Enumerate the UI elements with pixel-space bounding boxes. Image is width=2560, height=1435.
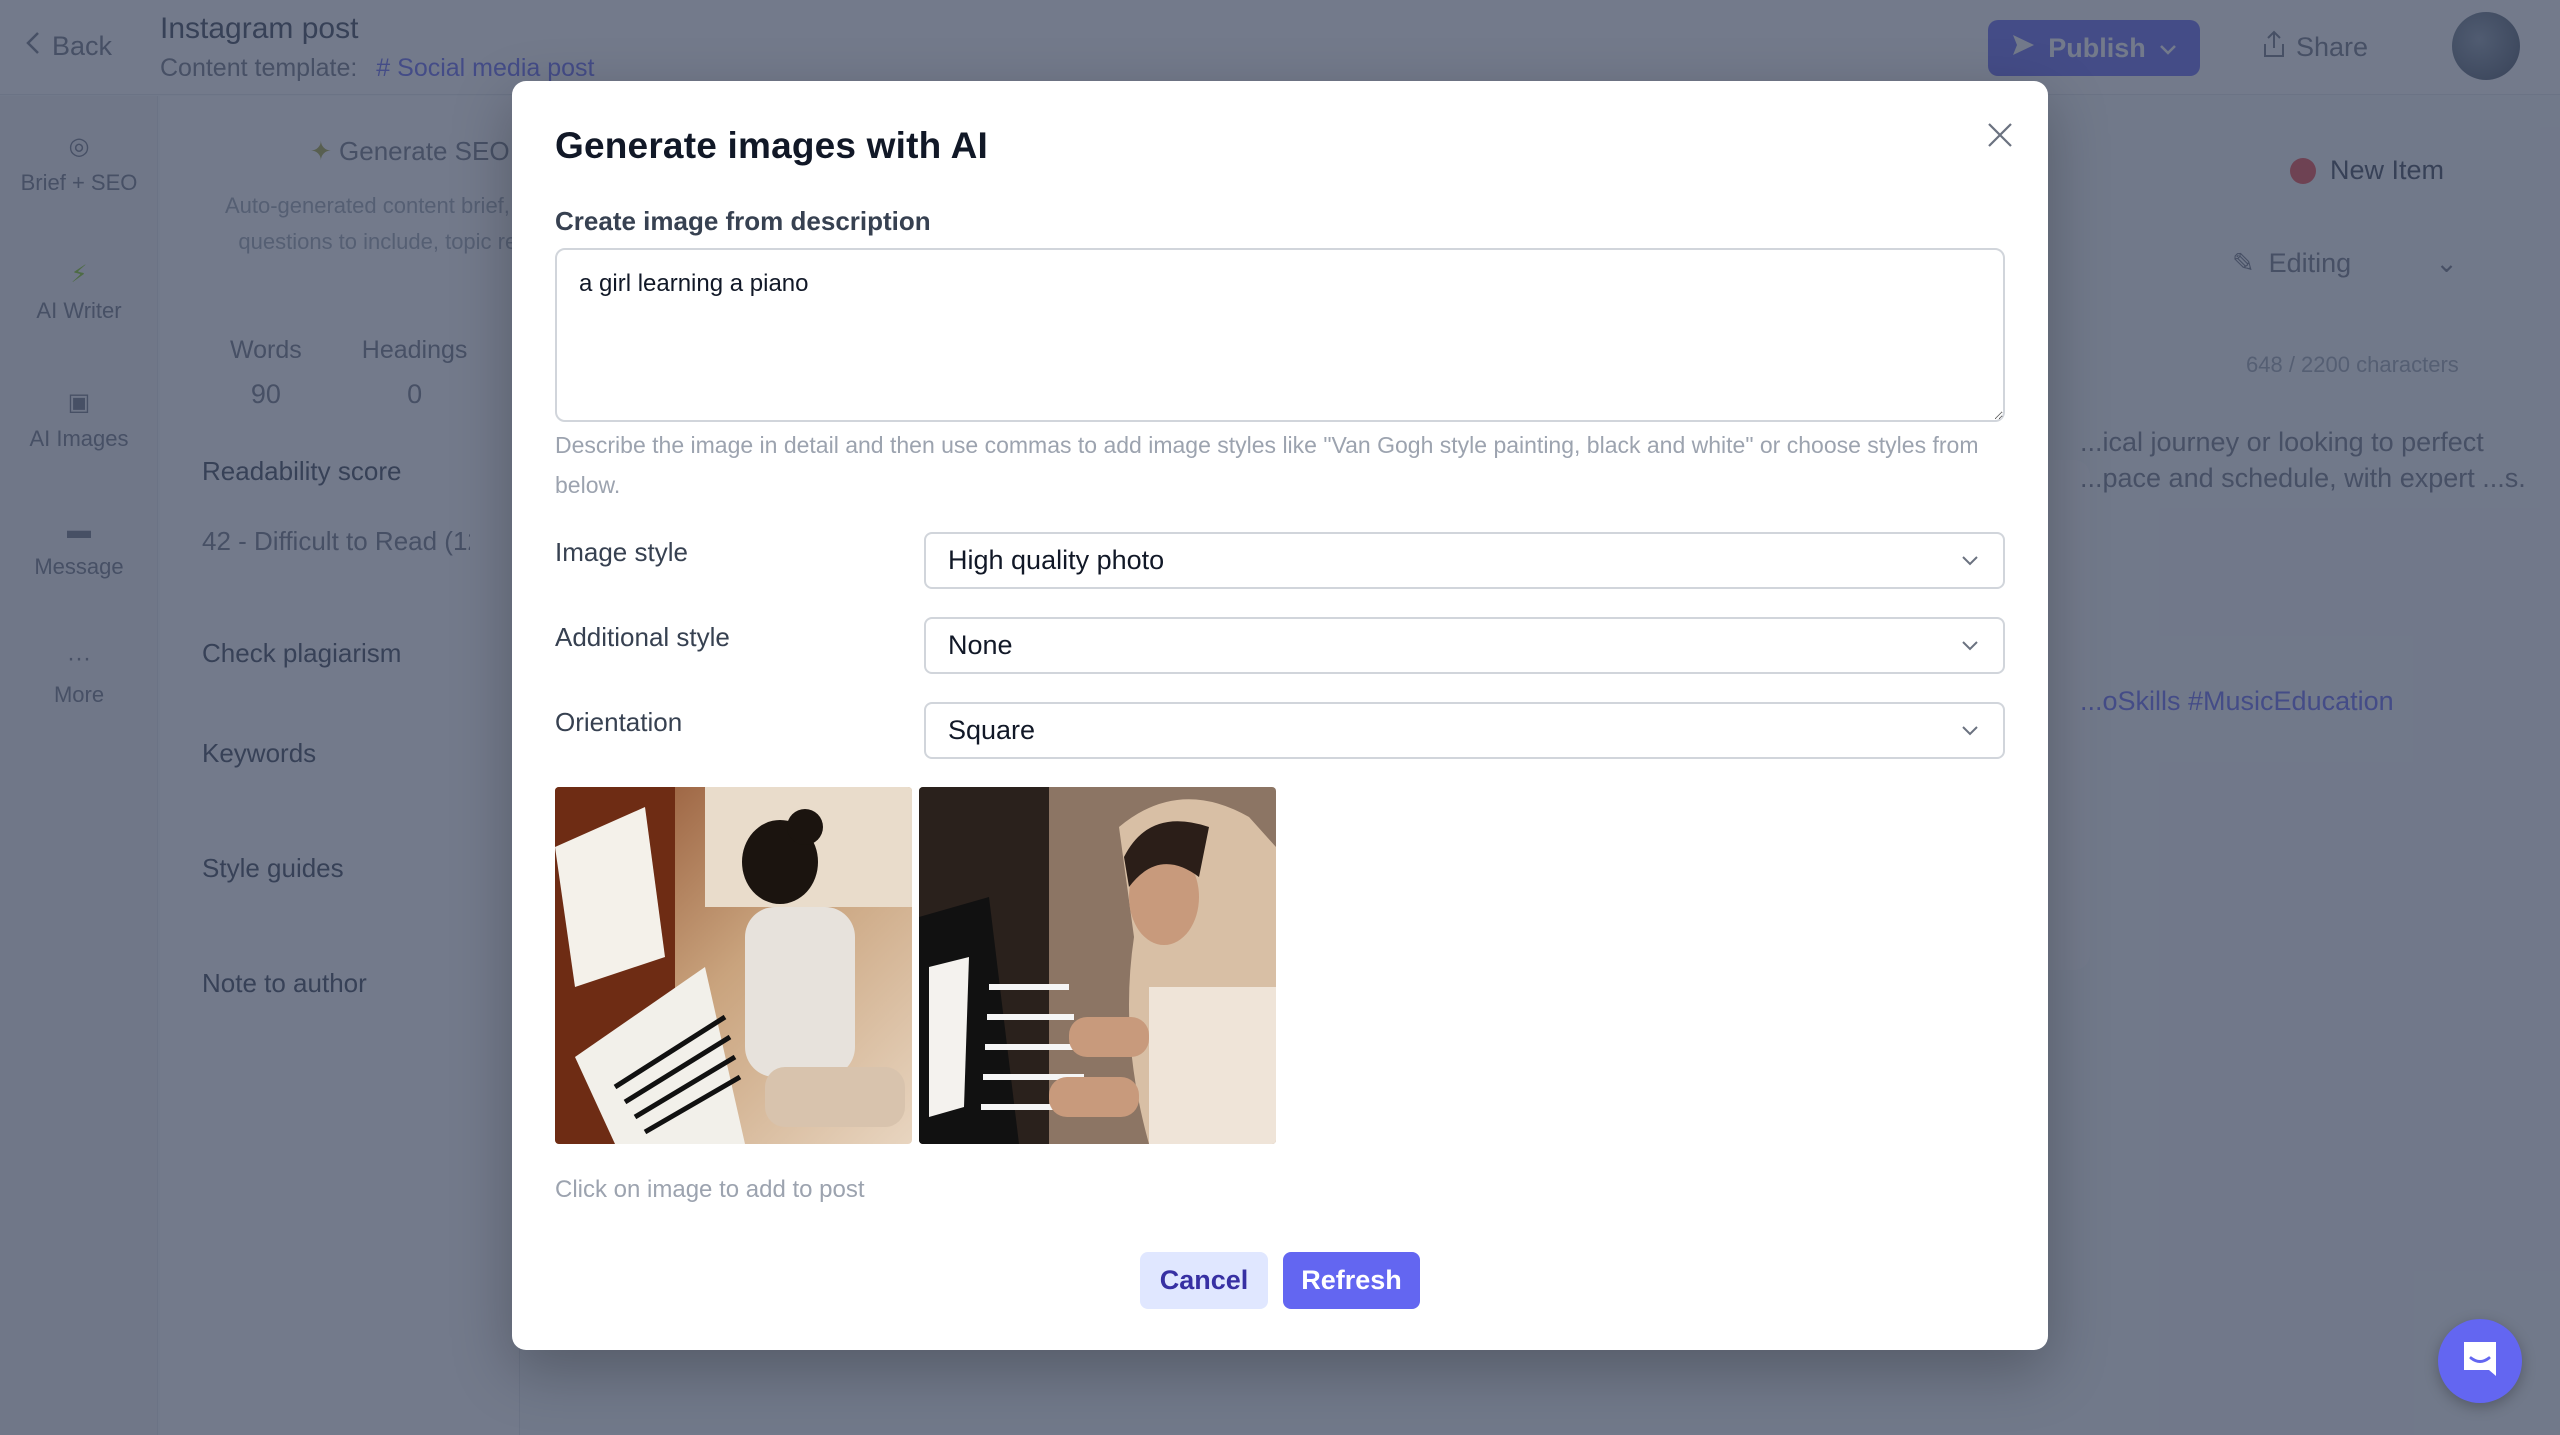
orientation-value: Square: [948, 715, 1036, 745]
additional-style-label: Additional style: [555, 622, 730, 652]
image-style-label: Image style: [555, 537, 688, 567]
image-style-value: High quality photo: [948, 545, 1165, 575]
click-hint: Click on image to add to post: [555, 1176, 865, 1203]
chat-launcher-button[interactable]: [2438, 1319, 2522, 1403]
generated-image-2[interactable]: [919, 787, 1276, 1144]
orientation-label: Orientation: [555, 707, 683, 737]
orientation-select[interactable]: Square: [924, 702, 2005, 759]
chevron-down-icon: [1959, 635, 1981, 657]
additional-style-value: None: [948, 630, 1013, 660]
generated-images: [555, 787, 1276, 1144]
chevron-down-icon: [1959, 550, 1981, 572]
piano-girl-photo-2: [919, 787, 1276, 1144]
additional-style-select[interactable]: None: [924, 617, 2005, 674]
generate-images-modal: Generate images with AI Create image fro…: [512, 81, 2048, 1350]
description-helper-text: Describe the image in detail and then us…: [555, 432, 1979, 498]
piano-girl-photo-1: [555, 787, 912, 1144]
generated-image-1[interactable]: [555, 787, 912, 1144]
chevron-down-icon: [1959, 720, 1981, 742]
cancel-button[interactable]: Cancel: [1140, 1252, 1268, 1309]
image-style-select[interactable]: High quality photo: [924, 532, 2005, 589]
chat-icon: [2460, 1338, 2500, 1385]
modal-title: Generate images with AI: [555, 125, 988, 166]
close-button[interactable]: [1978, 115, 2022, 159]
close-icon: [1986, 121, 2014, 154]
description-input[interactable]: [555, 248, 2005, 422]
refresh-button[interactable]: Refresh: [1283, 1252, 1420, 1309]
description-label: Create image from description: [555, 206, 931, 236]
